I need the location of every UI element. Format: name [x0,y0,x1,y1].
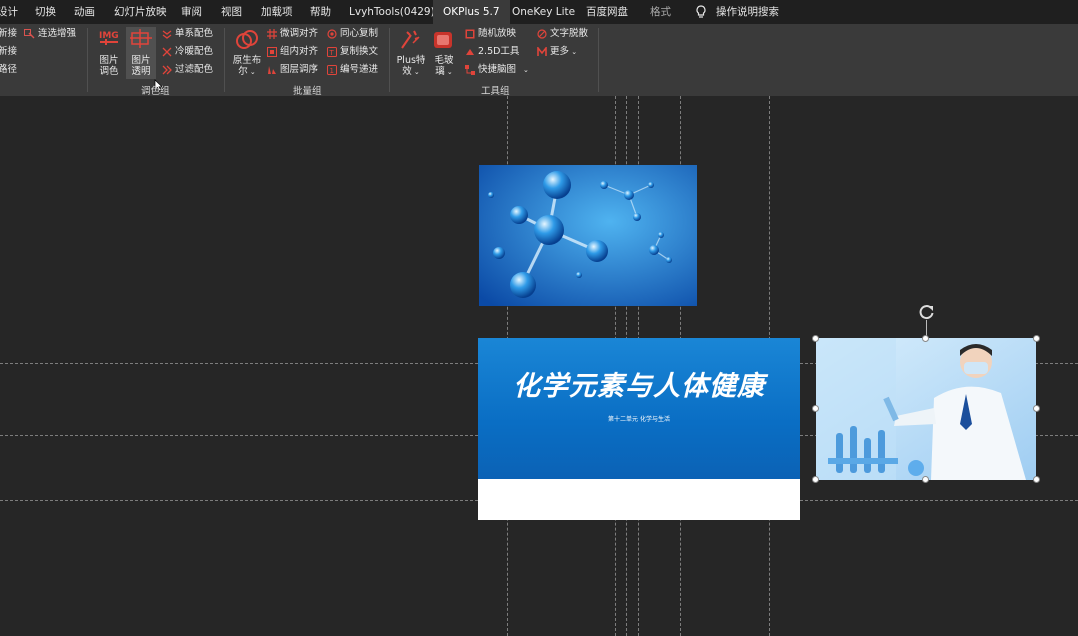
random-zoom-button[interactable]: 随机放映 [478,28,516,40]
resize-handle-ne[interactable] [1033,335,1040,342]
scientist-image[interactable] [816,338,1036,480]
cold-warm-icon [162,47,172,57]
more-tools-icon [537,47,547,56]
random-zoom-icon [465,29,475,39]
ribbon-panel: 新接 新接 路径 连选增强 IMG 图片 调色 图片 透明 单系配色 冷暖配色 … [0,24,1078,97]
svg-text:1: 1 [330,67,334,75]
group-separator [598,28,599,92]
group-align-button[interactable]: 组内对齐 [280,46,318,58]
tab-baidu-netdisk[interactable]: 百度网盘 [586,0,628,24]
concentric-copy-button[interactable]: 同心复制 [340,28,378,40]
partial-item-1[interactable]: 新接 [0,28,17,40]
tab-lvyhtools[interactable]: LvyhTools(0429) [349,0,435,24]
text-scatter-button[interactable]: 文字脱散 [550,28,588,40]
tab-help[interactable]: 帮助 [310,0,331,24]
text-scatter-icon [537,29,547,39]
plus-effect-icon [401,30,420,49]
title-banner [478,338,800,479]
tell-me-search[interactable]: 操作说明搜索 [716,0,779,24]
partial-item-2[interactable]: 新接 [0,46,17,58]
resize-handle-sw[interactable] [812,476,819,483]
resize-handle-e[interactable] [1033,405,1040,412]
layer-order-icon [268,66,276,74]
tab-design[interactable]: 设计 [0,0,18,24]
tab-format[interactable]: 格式 [650,0,671,24]
resize-handle-w[interactable] [812,405,819,412]
number-step-button[interactable]: 编号递进 [340,64,378,76]
concentric-copy-icon [327,29,337,39]
layer-order-button[interactable]: 图层调序 [280,64,318,76]
image-transparent-button[interactable]: 图片 透明 [127,55,155,77]
image-transparent-icon [130,29,152,48]
mind-map-dropdown-icon[interactable]: ⌄ [523,64,529,76]
mind-map-icon [465,65,475,75]
lightbulb-icon [696,5,706,18]
tool-25d-button[interactable]: 2.5D工具 [478,46,519,58]
rotate-handle-icon[interactable] [918,303,936,321]
image-color-icon: IMG [99,31,119,45]
tab-onekey-lite[interactable]: OneKey Lite [512,0,575,24]
boolean-icon [236,30,258,49]
fine-align-button[interactable]: 微调对齐 [280,28,318,40]
slide-title[interactable]: 化学元素与人体健康 [478,364,800,403]
tab-okplus[interactable]: OKPlus 5.7 [433,0,510,24]
select-plus-icon [24,29,35,39]
svg-text:T: T [329,49,335,57]
fine-align-icon [267,29,277,39]
frosted-glass-button[interactable]: 毛玻 璃 ⌄ [428,55,460,78]
plus-effect-button[interactable]: Plus特 效 ⌄ [393,55,429,78]
tool-group-label: 工具组 [481,86,510,97]
boolean-button[interactable]: 原生布 尔 ⌄ [230,55,264,78]
resize-handle-nw[interactable] [812,335,819,342]
tab-addins[interactable]: 加载项 [261,0,293,24]
group-separator [87,28,88,92]
ribbon-tab-bar: 设计 切换 动画 幻灯片放映 审阅 视图 加载项 帮助 LvyhTools(04… [0,0,1078,24]
single-color-button[interactable]: 单系配色 [175,28,213,40]
title-slide-thumbnail[interactable]: 化学元素与人体健康 第十二单元 化学与生活 [478,338,800,520]
frosted-glass-icon [434,32,452,48]
color-group-label: 调色组 [141,86,170,97]
batch-group-label: 批量组 [293,86,322,97]
number-step-icon: 1 [327,65,337,75]
mind-map-button[interactable]: 快捷脑图 [478,64,516,76]
tab-review[interactable]: 审阅 [181,0,202,24]
single-color-icon [162,30,172,39]
tab-transitions[interactable]: 切换 [35,0,56,24]
group-align-icon [267,47,277,57]
select-enhance-button[interactable]: 连选增强 [38,28,76,40]
tab-slideshow[interactable]: 幻灯片放映 [114,0,167,24]
resize-handle-n[interactable] [922,335,929,342]
svg-text:IMG: IMG [99,31,119,41]
filter-color-icon [162,65,172,75]
slide-subtitle[interactable]: 第十二单元 化学与生活 [478,414,800,423]
tab-animations[interactable]: 动画 [74,0,95,24]
molecule-image[interactable] [479,165,697,306]
tab-view[interactable]: 视图 [221,0,242,24]
group-separator [224,28,225,92]
partial-item-3[interactable]: 路径 [0,64,17,76]
tool-25d-icon [466,49,474,55]
image-color-button[interactable]: 图片 调色 [95,55,123,77]
group-separator [389,28,390,92]
resize-handle-s[interactable] [922,476,929,483]
more-tools-button[interactable]: 更多 ⌄ [550,46,577,58]
resize-handle-se[interactable] [1033,476,1040,483]
cold-warm-button[interactable]: 冷暖配色 [175,46,213,58]
filter-color-button[interactable]: 过滤配色 [175,64,213,76]
copy-text-button[interactable]: 复制换文 [340,46,378,58]
copy-text-icon: T [327,47,337,57]
